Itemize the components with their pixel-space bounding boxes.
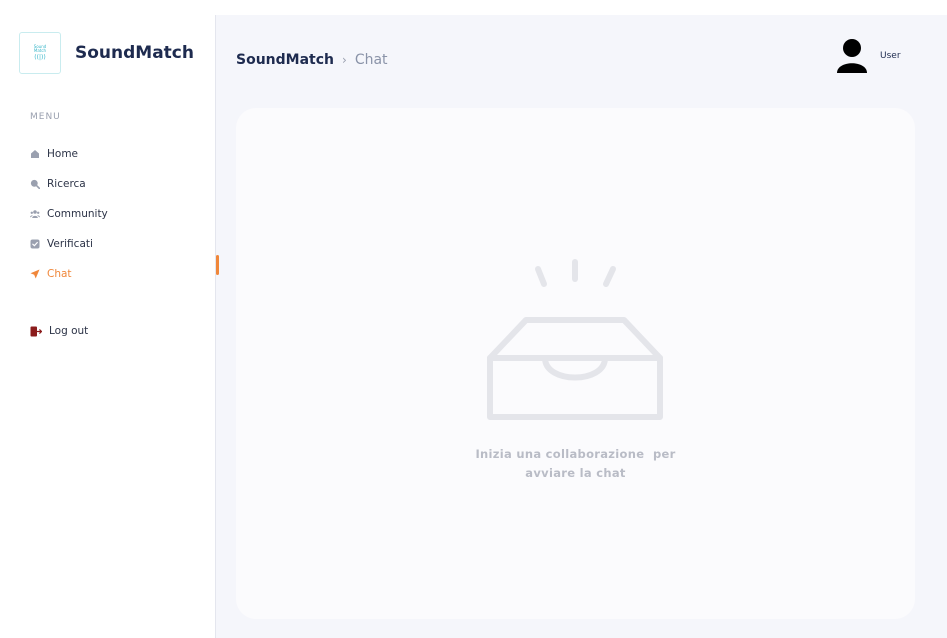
soundwave-icon: ((|)) — [34, 54, 46, 61]
sidebar-item-verificati[interactable]: Verificati — [30, 229, 108, 259]
send-icon — [30, 269, 40, 279]
logout-label: Log out — [49, 325, 89, 337]
community-icon — [30, 210, 40, 218]
app-window: Sound Match ((|)) SoundMatch MENU Home R… — [10, 15, 947, 638]
sidebar-nav: Home Ricerca Community Verificati Chat — [30, 139, 108, 289]
brand-name: SoundMatch — [75, 43, 194, 63]
sidebar: Sound Match ((|)) SoundMatch MENU Home R… — [10, 15, 216, 638]
chat-panel: Inizia una collaborazione per avviare la… — [236, 108, 915, 619]
empty-state-line2: avviare la chat — [525, 466, 626, 480]
sidebar-item-chat[interactable]: Chat — [30, 259, 108, 289]
breadcrumb-current: Chat — [354, 52, 388, 68]
sidebar-item-label: Community — [47, 208, 108, 220]
sidebar-item-label: Ricerca — [47, 178, 86, 190]
empty-inbox-icon — [487, 259, 663, 420]
logout-button[interactable]: Log out — [30, 325, 88, 337]
sidebar-item-ricerca[interactable]: Ricerca — [30, 169, 108, 199]
menu-heading: MENU — [30, 112, 61, 122]
empty-state-message: Inizia una collaborazione per avviare la… — [236, 445, 915, 483]
search-icon — [30, 179, 40, 189]
user-menu[interactable]: User — [836, 38, 901, 74]
sidebar-item-label: Chat — [47, 268, 72, 280]
home-icon — [31, 150, 39, 158]
empty-state-line1: Inizia una collaborazione per — [475, 447, 676, 461]
sidebar-item-label: Home — [47, 148, 79, 160]
user-label: User — [880, 51, 901, 61]
app-logo: Sound Match ((|)) — [19, 32, 61, 74]
breadcrumb-separator: › — [342, 53, 347, 67]
breadcrumb: SoundMatch › Chat — [236, 52, 388, 68]
logout-icon — [30, 326, 42, 336]
logo-text-line2: Match — [33, 48, 47, 53]
breadcrumb-root[interactable]: SoundMatch — [236, 52, 334, 68]
logo-row[interactable]: Sound Match ((|)) SoundMatch — [19, 32, 194, 74]
sidebar-item-home[interactable]: Home — [30, 139, 108, 169]
user-avatar-icon — [837, 39, 867, 73]
verified-icon — [30, 239, 40, 249]
sidebar-item-label: Verificati — [47, 238, 93, 250]
active-nav-indicator — [216, 255, 219, 275]
sidebar-item-community[interactable]: Community — [30, 199, 108, 229]
